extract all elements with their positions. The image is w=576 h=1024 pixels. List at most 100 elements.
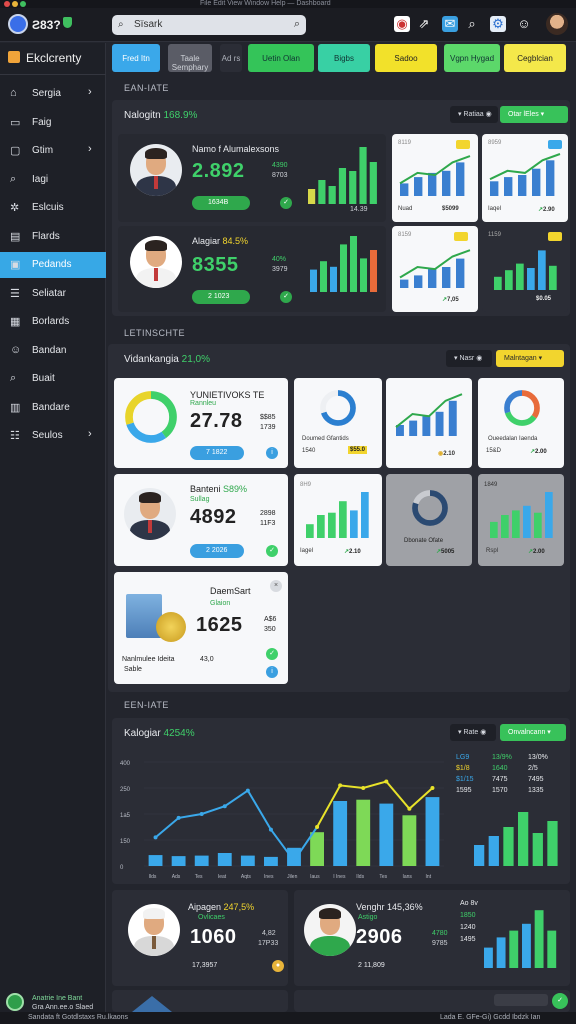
bar	[456, 162, 465, 196]
bar	[310, 832, 324, 866]
trend-tile[interactable]: 1159 $0.05	[482, 226, 568, 312]
action-button[interactable]	[494, 994, 548, 1006]
sidebar-item-eslcuis[interactable]: ✲ Eslcuis	[0, 195, 106, 221]
person-avatar	[128, 904, 180, 956]
filter-button[interactable]: Malntagan ▾	[496, 350, 564, 367]
kpi-card[interactable]: Banteni S89% Sullag 4892 2898 11F3 2 202…	[114, 474, 288, 566]
filter-button[interactable]: Onvalncann ▾	[500, 724, 566, 741]
sidebar-item-gtim[interactable]: ▢ Gtim ›	[0, 138, 106, 164]
search-submit-icon[interactable]: ⌕	[294, 18, 300, 31]
sidebar-item-bandan[interactable]: ☺ Bandan	[0, 338, 106, 364]
x-tick-label: Ilds	[356, 874, 364, 880]
sidebar-item-borlards[interactable]: ▦ Borlards	[0, 309, 106, 335]
sidebar-item-label: Bandan	[32, 344, 67, 356]
kpi-card[interactable]: YUNIETIVOKS TE Rannleu 27.78 $$85 1739 7…	[114, 378, 288, 468]
data-point	[384, 779, 389, 784]
kpi-footer-2: Sable	[124, 666, 142, 673]
filter-button[interactable]: Otar lEles ▾	[500, 106, 568, 123]
sidebar-app-name[interactable]: Ekclcrenty	[8, 51, 81, 65]
tab-0[interactable]: Fred Itn	[112, 44, 160, 72]
settings-icon[interactable]: ⚙	[490, 16, 506, 32]
list-icon: ☰	[10, 287, 20, 300]
minimize-window-icon[interactable]	[12, 1, 18, 7]
home-icon: ⌂	[10, 87, 17, 99]
trend-chart	[399, 249, 471, 288]
bar	[435, 411, 444, 436]
kpi-card-partial[interactable]: ✓	[294, 990, 570, 1012]
donut-tile[interactable]: Doumed Gfantids 1540 $55.0	[294, 378, 382, 468]
section-label: EAN-IATE	[124, 83, 169, 93]
bar-tile[interactable]: 1849 Rspl ↗2.00	[478, 474, 564, 566]
bar	[318, 180, 326, 204]
trend-tile[interactable]: 8119 Nuad $5099	[392, 134, 478, 222]
donut-tile[interactable]: Dbonate Ofate ↗5005	[386, 474, 472, 566]
tile-title: 1849	[484, 482, 498, 488]
sidebar-item-sergia[interactable]: ⌂ Sergia ›	[0, 81, 106, 107]
sidebar-item-flards[interactable]: ▤ Flards	[0, 224, 106, 250]
brand-name: Ƨ83?	[32, 18, 61, 32]
sidebar-item-pedands[interactable]: ▣ Pedands	[0, 252, 106, 278]
rate-dropdown[interactable]: ▾ Ratiaa ◉	[450, 106, 498, 123]
trend-tile[interactable]: 8959 Iaqel ↗2.90	[482, 134, 568, 222]
profile-icon[interactable]: ☺	[516, 16, 532, 32]
bar	[428, 269, 437, 288]
notification-icon[interactable]: ◉	[394, 16, 410, 32]
section-panel-2: Vidankangia 21,0% ▾ Nasr ◉ Malntagan ▾ Y…	[108, 344, 570, 692]
check-icon[interactable]: ✓	[552, 993, 568, 1009]
tab-5[interactable]: Sadoo	[375, 44, 437, 72]
message-icon[interactable]: ✉	[442, 16, 458, 32]
close-icon[interactable]: ×	[270, 580, 282, 592]
sidebar-item-label: Gtim	[32, 145, 54, 156]
sidebar-item-buait[interactable]: ⌕ Buait	[0, 366, 106, 392]
side-stat-value: 1850	[460, 912, 476, 919]
tab-1[interactable]: Taale Semphary	[168, 44, 212, 72]
bar	[171, 856, 186, 866]
kpi-stat-1: A$6	[264, 616, 277, 623]
bar	[505, 270, 513, 290]
tile-footer-value: ◉2.10	[438, 451, 455, 457]
close-window-icon[interactable]	[4, 1, 10, 7]
bar-tile[interactable]: 8H9 Iagel ↗2.10	[294, 474, 382, 566]
share-icon[interactable]: ⇗	[416, 16, 432, 32]
sidebar-item-bandare[interactable]: ▥ Bandare	[0, 395, 106, 421]
tab-7[interactable]: Cegblcian	[504, 44, 566, 72]
donut-chart	[320, 390, 356, 426]
maximize-window-icon[interactable]	[20, 1, 26, 7]
board-icon: ▦	[10, 316, 21, 328]
search-input[interactable]: ⌕ Sïsark ⌕	[112, 15, 306, 35]
sidebar-item-seliatar[interactable]: ☰ Seliatar	[0, 281, 106, 307]
kpi-stat-2: 1739	[260, 424, 276, 431]
footer-line-1: Anatrie Ine Bant	[32, 995, 83, 1002]
sidebar-item-label: Bandare	[32, 401, 70, 413]
tab-4[interactable]: Bigbs	[318, 44, 370, 72]
kpi-card[interactable]: DaemSart Glaion 1625 A$6 350 Nanlmulee I…	[114, 572, 288, 684]
sidebar-item-seulos[interactable]: ☷ Seulos ›	[0, 423, 106, 449]
kpi-card[interactable]: Alagiar 84.5% 8355 40% 3979 2 1023 ✓	[118, 226, 386, 312]
app-logo-icon[interactable]	[8, 14, 28, 34]
trend-tile[interactable]: 8159 ↗7,05	[392, 226, 478, 312]
donut-tile[interactable]: Oueedalan Iaenda 15&D ↗2.00	[478, 378, 564, 468]
kpi-card[interactable]: Aipagen 247,5% Ovlicaes 1060 4,82 17P33 …	[112, 890, 288, 986]
kpi-card[interactable]: Namo f Alumalexsons 2.892 4390 8703 1634…	[118, 134, 386, 222]
trend-tile[interactable]: ◉2.10	[386, 378, 472, 468]
search-icon[interactable]: ⌕	[464, 16, 480, 32]
avatar[interactable]	[546, 13, 568, 35]
search-icon: ⌕	[10, 172, 17, 185]
person-avatar	[124, 488, 176, 540]
tab-6[interactable]: Vgpn Hygad	[444, 44, 500, 72]
sidebar-item-iagi[interactable]: ⌕ Iagi	[0, 167, 106, 193]
data-point	[176, 815, 181, 820]
kpi-card[interactable]: Venghr 145,36% Astigo 2906 4780 9785 2 1…	[294, 890, 570, 986]
donut-chart	[504, 390, 540, 426]
mini-bar-chart	[490, 492, 553, 538]
kpi-card-partial[interactable]	[112, 990, 288, 1012]
kpi-stat-2: 17P33	[258, 940, 279, 947]
tab-3[interactable]: Uetin Olan	[248, 44, 314, 72]
sidebar-item-faig[interactable]: ▭ Faig	[0, 110, 106, 136]
panel-title: Kalogiar 4254%	[124, 728, 195, 739]
user-icon: ☺	[10, 343, 22, 356]
rate-dropdown[interactable]: ▾ Rate ◉	[450, 724, 496, 741]
rate-dropdown[interactable]: ▾ Nasr ◉	[446, 350, 492, 367]
tab-2[interactable]: Ad rs	[220, 44, 242, 72]
side-stat-value: 2/5	[528, 765, 538, 772]
